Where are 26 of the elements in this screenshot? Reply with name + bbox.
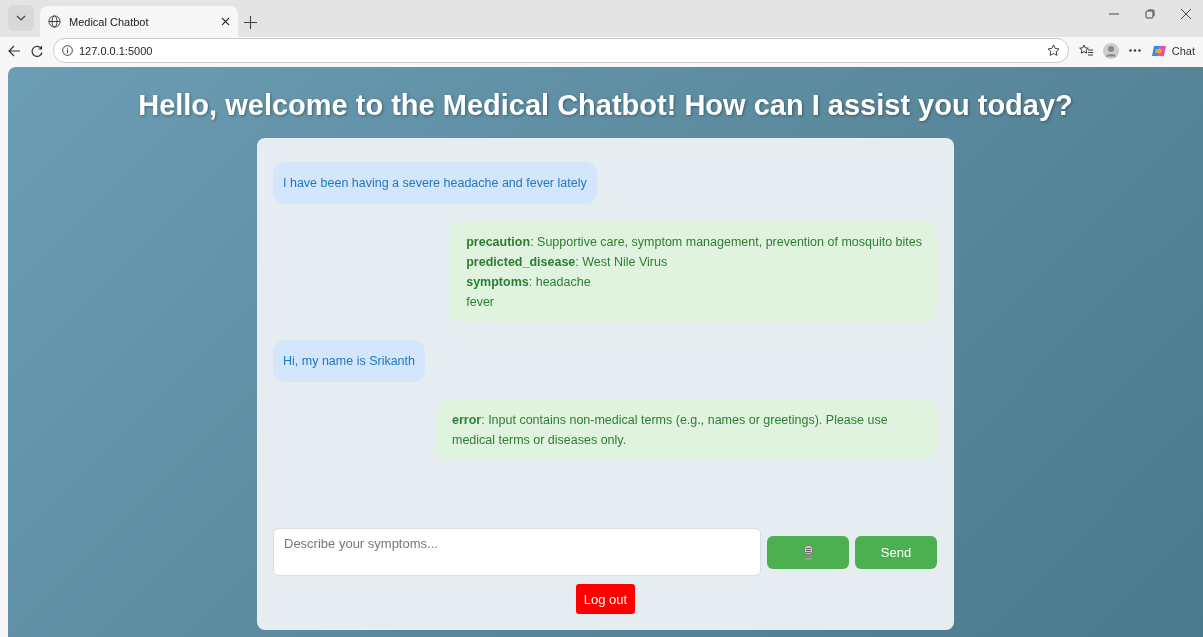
restore-icon[interactable]: [1145, 8, 1155, 19]
user-message: Hi, my name is Srikanth: [273, 340, 425, 382]
chevron-down-icon: [16, 15, 26, 21]
more-icon[interactable]: [1128, 49, 1141, 52]
star-icon[interactable]: [1046, 44, 1060, 57]
user-message: I have been having a severe headache and fever lately: [273, 162, 597, 204]
microphone-icon: [803, 544, 813, 560]
close-icon[interactable]: [221, 17, 230, 26]
globe-icon: [48, 15, 61, 28]
welcome-heading: Hello, welcome to the Medical Chatbot! How can I assist you today?: [138, 89, 1073, 122]
symptoms-input[interactable]: Describe your symptoms...: [273, 528, 761, 576]
bot-message: error: Input contains non-medical terms (e.g., names or greetings). Please use medical terms or diseases only.: [436, 400, 938, 460]
copilot-chat-button[interactable]: Chat: [1150, 42, 1195, 59]
refresh-icon[interactable]: [31, 44, 43, 57]
back-arrow-icon[interactable]: [8, 44, 21, 57]
bot-message: precaution: Supportive care, symptom management, prevention of mosquito bites predicted_disease: West Nile Virus symptoms: headache fever: [450, 222, 938, 322]
url-text: 127.0.0.1:5000: [79, 44, 153, 57]
address-bar[interactable]: 127.0.0.1:5000: [53, 38, 1069, 63]
profile-avatar-icon[interactable]: [1102, 42, 1119, 59]
close-icon[interactable]: [1181, 8, 1191, 19]
browser-tab[interactable]: Medical Chatbot: [40, 6, 238, 37]
plus-icon[interactable]: [244, 16, 257, 29]
info-icon: [62, 45, 73, 56]
logout-button[interactable]: Log out: [575, 584, 636, 614]
microphone-button[interactable]: [767, 535, 849, 569]
favorites-icon[interactable]: [1078, 44, 1093, 57]
